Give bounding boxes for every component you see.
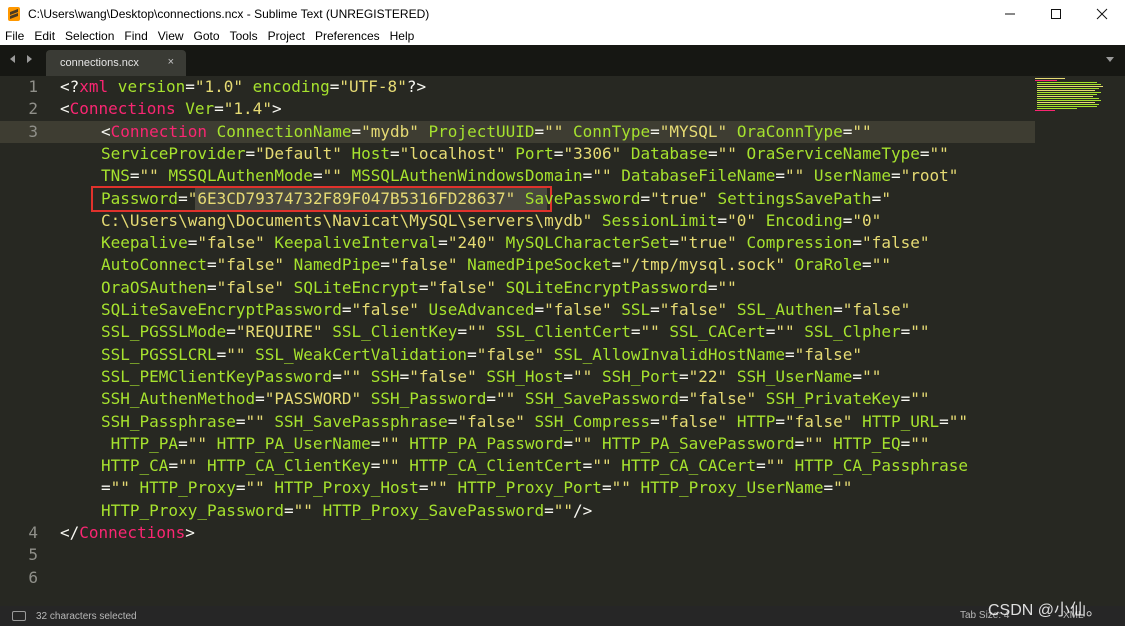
tab-dropdown-icon[interactable] <box>1105 54 1115 64</box>
code-line-3-wrap: C:\Users\wang\Documents\Navicat\MySQL\se… <box>101 210 882 230</box>
code-line-3-wrap: OraOSAuthen="false" SQLiteEncrypt="false… <box>101 277 737 297</box>
tab-close-icon[interactable]: × <box>168 56 174 68</box>
line-number: 3 <box>28 121 38 141</box>
line-number: 2 <box>28 99 38 119</box>
maximize-button[interactable] <box>1033 0 1079 27</box>
code-line-3-wrap: HTTP_Proxy_Password="" HTTP_Proxy_SavePa… <box>101 500 593 520</box>
sublime-logo-icon <box>6 6 22 22</box>
tab-connections-ncx[interactable]: connections.ncx × <box>46 50 186 76</box>
menu-bar: File Edit Selection Find View Goto Tools… <box>0 27 1125 45</box>
menu-selection[interactable]: Selection <box>60 29 119 43</box>
window-title: C:\Users\wang\Desktop\connections.ncx - … <box>28 6 430 21</box>
editor-area[interactable]: 1 2 3 4 5 6 <?xml version="1.0" encoding… <box>0 76 1125 606</box>
tab-navigation <box>8 54 34 64</box>
tab-next-icon[interactable] <box>24 54 34 64</box>
tab-prev-icon[interactable] <box>8 54 18 64</box>
close-button[interactable] <box>1079 0 1125 27</box>
code-line-3-wrap: TNS="" MSSQLAuthenMode="" MSSQLAuthenWin… <box>101 166 959 186</box>
code-line-3-wrap: SSL_PEMClientKeyPassword="" SSH="false" … <box>101 366 882 386</box>
line-number: 6 <box>28 567 38 587</box>
menu-find[interactable]: Find <box>119 29 152 43</box>
menu-preferences[interactable]: Preferences <box>310 29 385 43</box>
code-line-3-wrap: SQLiteSaveEncryptPassword="false" UseAdv… <box>101 300 911 319</box>
code-line-3-wrap: SSH_Passphrase="" SSH_SavePassphrase="fa… <box>101 411 969 431</box>
minimap[interactable] <box>1033 76 1113 116</box>
panel-toggle-icon[interactable] <box>12 611 26 621</box>
code-line-3-wrap: SSL_PGSSLMode="REQUIRE" SSL_ClientKey=""… <box>101 322 930 342</box>
code-line-3-wrap: Password="6E3CD79374732F89F047B5316FD286… <box>101 188 891 208</box>
csdn-watermark: CSDN @小仙。 <box>988 602 1103 619</box>
tab-bar: connections.ncx × <box>0 45 1125 76</box>
menu-project[interactable]: Project <box>263 29 310 43</box>
tab-label: connections.ncx <box>60 57 139 69</box>
code-line-3-wrap: SSH_AuthenMethod="PASSWORD" SSH_Password… <box>101 389 930 409</box>
code-line-3-wrap: HTTP_CA="" HTTP_CA_ClientKey="" HTTP_CA_… <box>101 456 969 476</box>
code-line-3-wrap: AutoConnect="false" NamedPipe="false" Na… <box>101 255 891 275</box>
line-number: 1 <box>28 77 38 96</box>
line-number: 5 <box>28 545 38 565</box>
menu-tools[interactable]: Tools <box>225 29 263 43</box>
code-line-3-wrap: ServiceProvider="Default" Host="localhos… <box>101 143 949 163</box>
code-line-3-wrap: HTTP_PA="" HTTP_PA_UserName="" HTTP_PA_P… <box>101 433 930 453</box>
menu-view[interactable]: View <box>153 29 189 43</box>
menu-help[interactable]: Help <box>385 29 420 43</box>
minimize-button[interactable] <box>987 0 1033 27</box>
title-bar: C:\Users\wang\Desktop\connections.ncx - … <box>0 0 1125 27</box>
code-line-3: <Connection ConnectionName="mydb" Projec… <box>101 121 872 141</box>
line-number: 4 <box>28 523 38 542</box>
code-line-3-wrap: Keepalive="false" KeepaliveInterval="240… <box>101 233 930 253</box>
menu-file[interactable]: File <box>0 29 29 43</box>
status-bar: 32 characters selected Tab Size: 4 XML <box>0 606 1125 626</box>
password-value: 6E3CD79374732F89F047B5316FD28637 <box>197 188 506 208</box>
code-line-2: <Connections Ver="1.4"> <box>60 99 282 119</box>
code-line-3-wrap: ="" HTTP_Proxy="" HTTP_Proxy_Host="" HTT… <box>101 478 853 498</box>
menu-edit[interactable]: Edit <box>29 29 60 43</box>
code-line-1: <?xml version="1.0" encoding="UTF-8"?> <box>60 77 427 96</box>
line-number-gutter: 1 2 3 4 5 6 <box>0 76 52 606</box>
menu-goto[interactable]: Goto <box>189 29 225 43</box>
code-line-4: </Connections> <box>60 523 195 542</box>
code-line-3-wrap: SSL_PGSSLCRL="" SSL_WeakCertValidation="… <box>101 344 863 364</box>
